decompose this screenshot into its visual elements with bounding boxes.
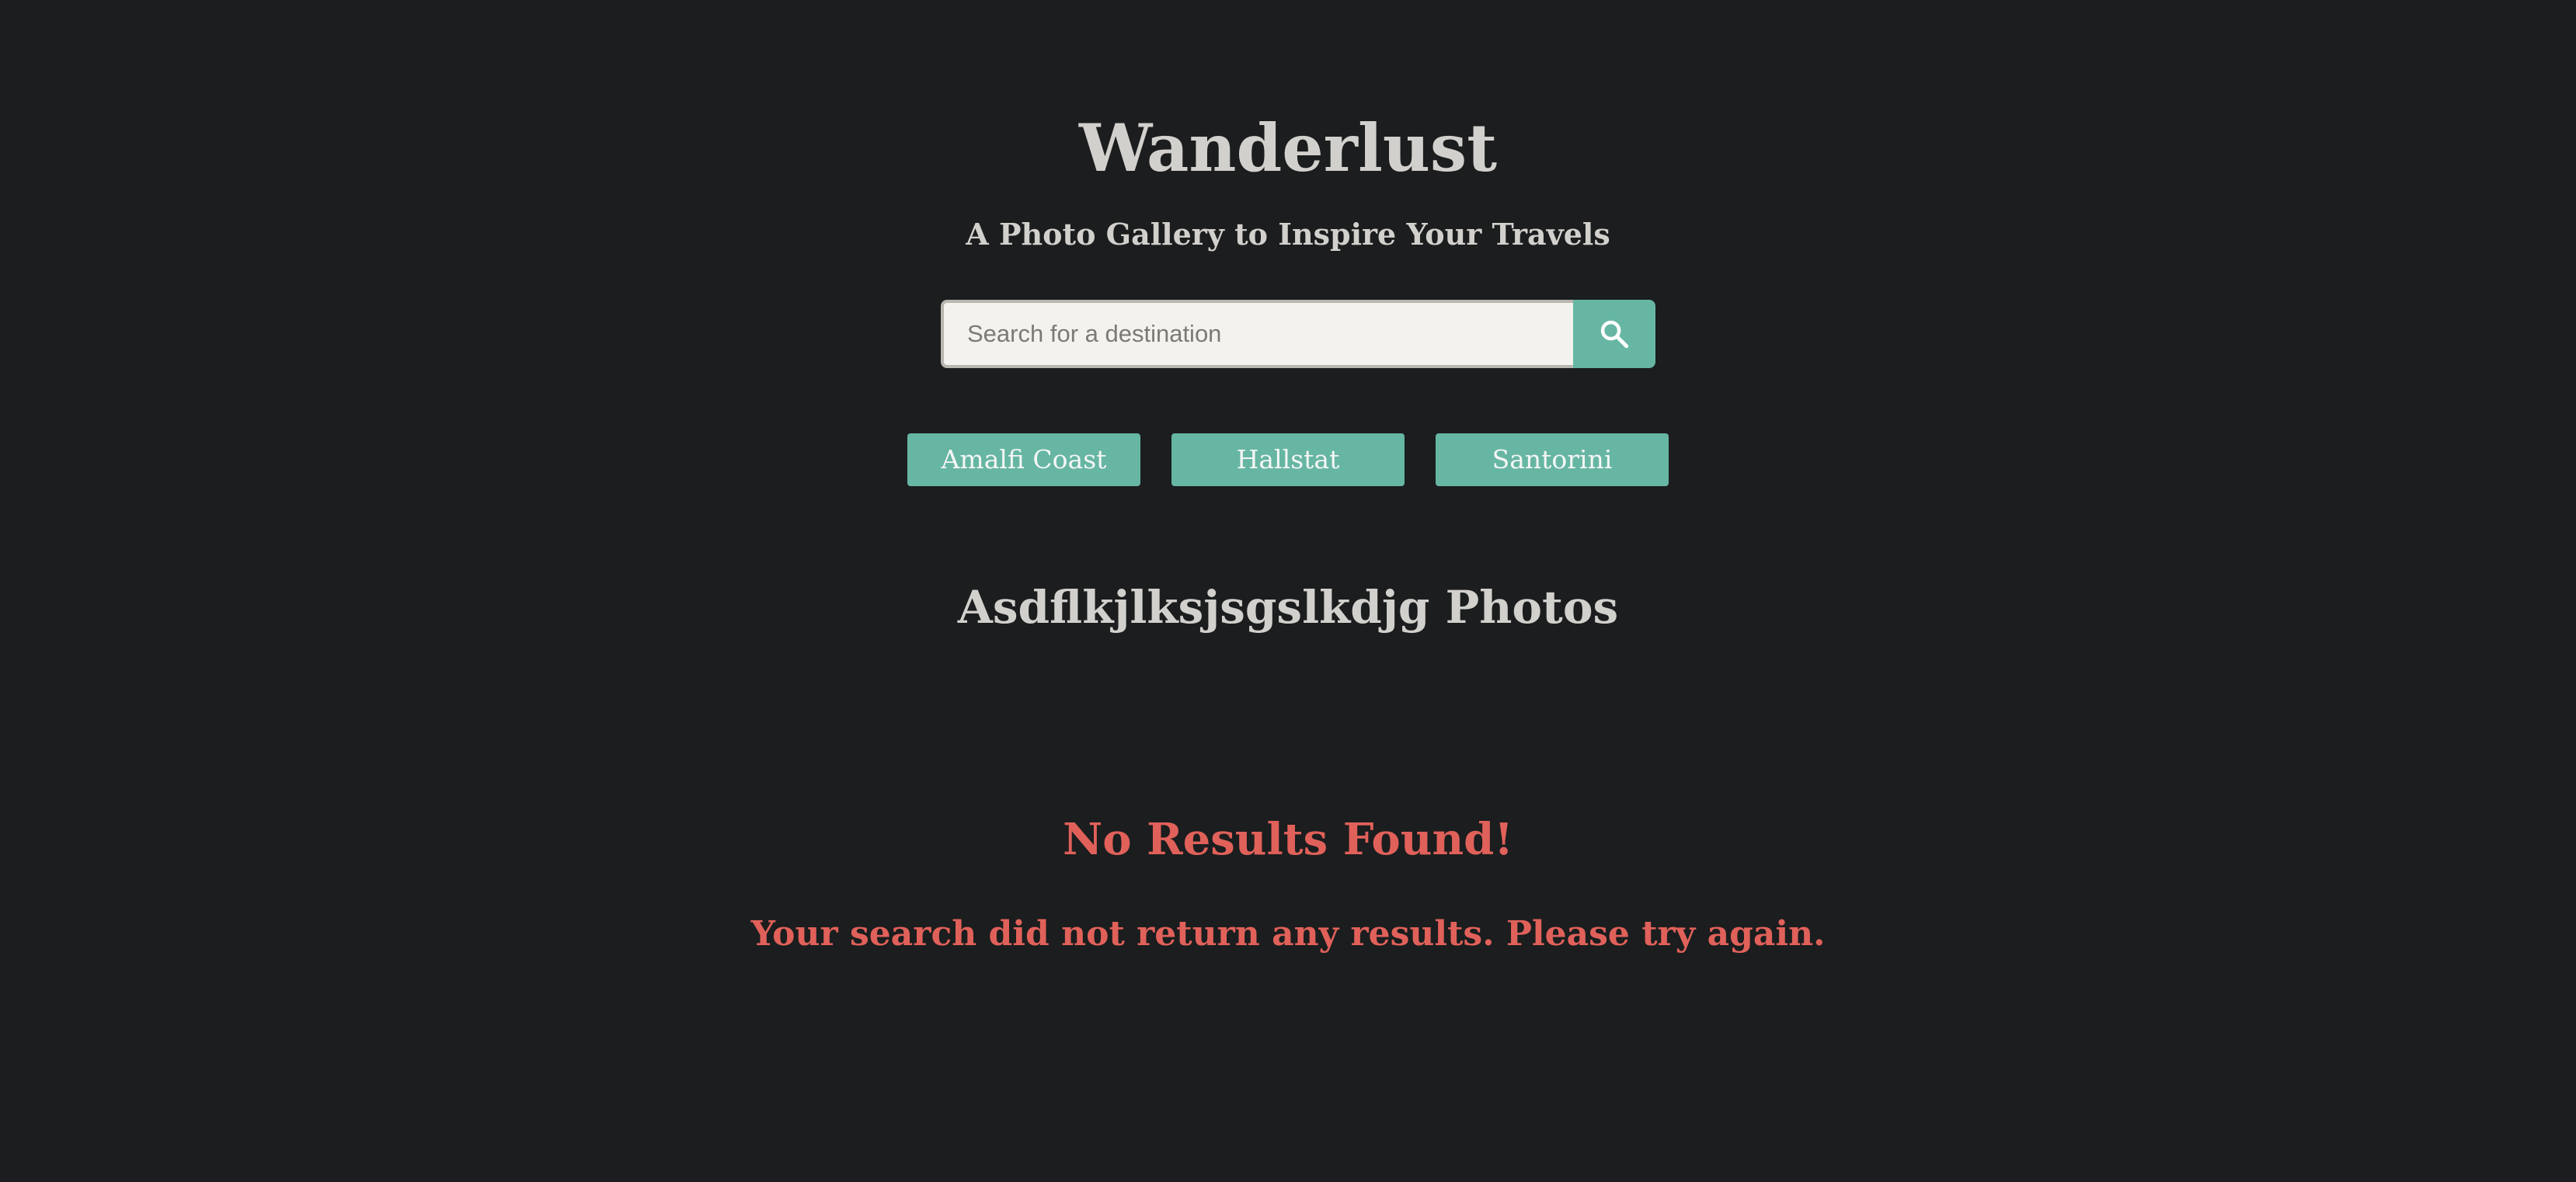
search-input[interactable] xyxy=(941,300,1573,368)
page-title: Wanderlust xyxy=(1078,110,1498,186)
no-results-message: Your search did not return any results. … xyxy=(750,914,1826,954)
quick-link-santorini[interactable]: Santorini xyxy=(1436,433,1669,486)
search-button[interactable] xyxy=(1573,300,1655,368)
page-subtitle: A Photo Gallery to Inspire Your Travels xyxy=(966,217,1610,252)
search-form xyxy=(941,300,1655,368)
results-heading: Asdflkjlksjsgslkdjg Photos xyxy=(957,581,1619,634)
no-results-title: No Results Found! xyxy=(1063,814,1513,865)
search-icon xyxy=(1600,320,1629,349)
page: Wanderlust A Photo Gallery to Inspire Yo… xyxy=(0,0,2576,1182)
quick-links: Amalfi Coast Hallstat Santorini xyxy=(0,433,2576,486)
quick-link-amalfi-coast[interactable]: Amalfi Coast xyxy=(907,433,1140,486)
quick-link-hallstat[interactable]: Hallstat xyxy=(1171,433,1405,486)
